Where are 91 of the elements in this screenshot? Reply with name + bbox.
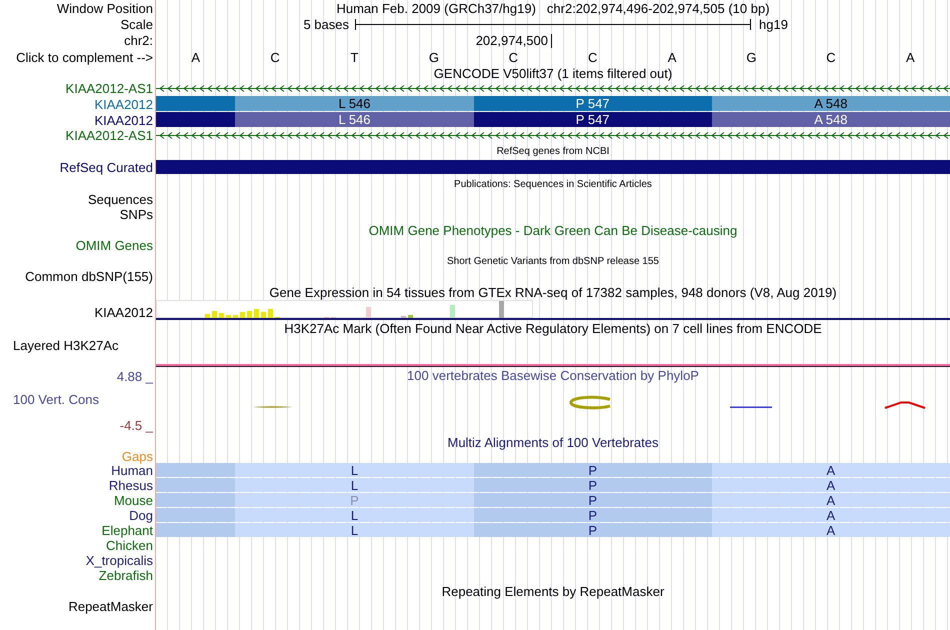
base-letter: A	[906, 50, 915, 64]
expression-bar	[247, 311, 252, 318]
alignment-segment: A	[712, 508, 950, 522]
track-title: OMIM Gene Phenotypes - Dark Green Can Be Disease-causing	[368, 222, 738, 238]
axis-max-label: 4.88 _	[116, 369, 153, 385]
track-label: Zebrafish	[98, 568, 153, 583]
alignment-segment: P	[474, 478, 712, 492]
base-letter: A	[668, 50, 676, 64]
track-label: Chicken	[106, 538, 153, 553]
species-label: Rhesus	[108, 478, 153, 493]
expression-bar	[268, 309, 273, 318]
base-letter: G	[746, 50, 757, 64]
database-name: hg19	[758, 17, 788, 32]
track-title: Publications: Sequences in Scientific Articles	[454, 178, 652, 192]
alignment-segment: L	[235, 508, 474, 522]
alignment-segment: P	[474, 523, 712, 537]
expression-bar	[408, 315, 413, 318]
track-title: Gene Expression in 54 tissues from GTEx RNA-seq of 17382 samples, 948 donors (V8, Aug 2019)	[269, 284, 837, 300]
arc-icon	[570, 396, 610, 410]
track-label: KIAA2012	[94, 305, 153, 320]
track-label: X_tropicalis	[86, 553, 153, 568]
ruler-label: Scale	[120, 17, 153, 32]
gaps-label: Gaps	[122, 449, 153, 464]
base-letter: C	[508, 50, 518, 64]
axis-min-label: -4.5 _	[120, 418, 153, 434]
track-label: SNPs	[120, 207, 153, 222]
ruler-label: chr2:	[124, 33, 153, 48]
track-title: GENCODE V50lift37 (1 items filtered out)	[434, 66, 672, 80]
species-label: Dog	[129, 508, 153, 523]
scale-size: 5 bases	[303, 17, 350, 32]
alignment-segment: A	[712, 523, 950, 537]
position-range: chr2:202,974,496-202,974,505 (10 bp)	[546, 1, 770, 16]
codon-segment: P 547	[474, 112, 712, 127]
assembly-name: Human Feb. 2009 (GRCh37/hg19)	[336, 1, 536, 16]
track-title: Short Genetic Variants from dbSNP release 155	[447, 254, 659, 268]
gene-label: KIAA2012-AS1	[66, 81, 153, 96]
codon-segment: L 546	[235, 112, 474, 127]
expression-bar	[205, 314, 210, 318]
alignment-segment: L	[235, 463, 474, 477]
codon-segment: A 548	[712, 96, 950, 111]
gene-label: KIAA2012	[94, 96, 153, 112]
track-label: Layered H3K27Ac	[13, 338, 119, 353]
alignment-segment: P	[235, 493, 474, 507]
alignment-segment: A	[712, 493, 950, 507]
expression-bar	[254, 309, 259, 318]
codon-segment: P 547	[474, 96, 712, 111]
track-label: Common dbSNP(155)	[25, 269, 153, 284]
gene-label: KIAA2012	[94, 112, 153, 128]
peak-icon	[884, 402, 926, 409]
expression-bar	[240, 312, 245, 318]
base-letter: G	[428, 50, 439, 64]
species-label: Mouse	[114, 493, 153, 508]
expression-bar	[212, 311, 217, 318]
codon-segment: L 546	[235, 96, 474, 111]
alignment-segment: A	[712, 478, 950, 492]
gene-label: KIAA2012-AS1	[66, 128, 153, 143]
alignment-segment: L	[235, 478, 474, 492]
base-letter: C	[826, 50, 836, 64]
track-label: RepeatMasker	[68, 599, 153, 614]
complement-link[interactable]: Click to complement -->	[16, 50, 153, 64]
expression-bar	[226, 315, 231, 318]
base-letter: C	[588, 50, 598, 64]
alignment-segment: P	[474, 493, 712, 507]
base-letter: T	[350, 50, 358, 64]
track-title: Repeating Elements by RepeatMasker	[442, 584, 664, 598]
track-label: 100 Vert. Cons	[13, 392, 99, 408]
base-letter: A	[191, 50, 200, 64]
alignment-segment: L	[235, 523, 474, 537]
track-label: RefSeq Curated	[60, 160, 153, 175]
alignment-segment: P	[474, 508, 712, 522]
codon-segment: A 548	[712, 112, 950, 127]
track-title: RefSeq genes from NCBI	[496, 144, 610, 158]
alignment-segment: A	[712, 463, 950, 477]
base-coordinate: 202,974,500	[476, 33, 548, 48]
track-title: H3K27Ac Mark (Often Found Near Active Regulatory Elements) on 7 cell lines from ENCODE	[284, 320, 822, 336]
species-label: Human	[111, 463, 153, 478]
expression-bar	[366, 307, 371, 318]
base-letter: C	[270, 50, 280, 64]
species-label: Elephant	[102, 523, 153, 538]
alignment-segment: P	[474, 463, 712, 477]
expression-bar	[233, 315, 238, 318]
ruler-label: Window Position	[56, 1, 153, 16]
track-title: 100 vertebrates Basewise Conservation by PhyloP	[407, 368, 699, 383]
expression-bar	[450, 305, 455, 318]
dash-icon	[730, 406, 772, 408]
track-label: Sequences	[88, 192, 153, 207]
track-title: Multiz Alignments of 100 Vertebrates	[447, 434, 658, 450]
expression-bar	[261, 312, 266, 318]
expression-bar	[499, 301, 504, 318]
expression-bar	[219, 313, 224, 318]
track-label: OMIM Genes	[76, 238, 153, 253]
